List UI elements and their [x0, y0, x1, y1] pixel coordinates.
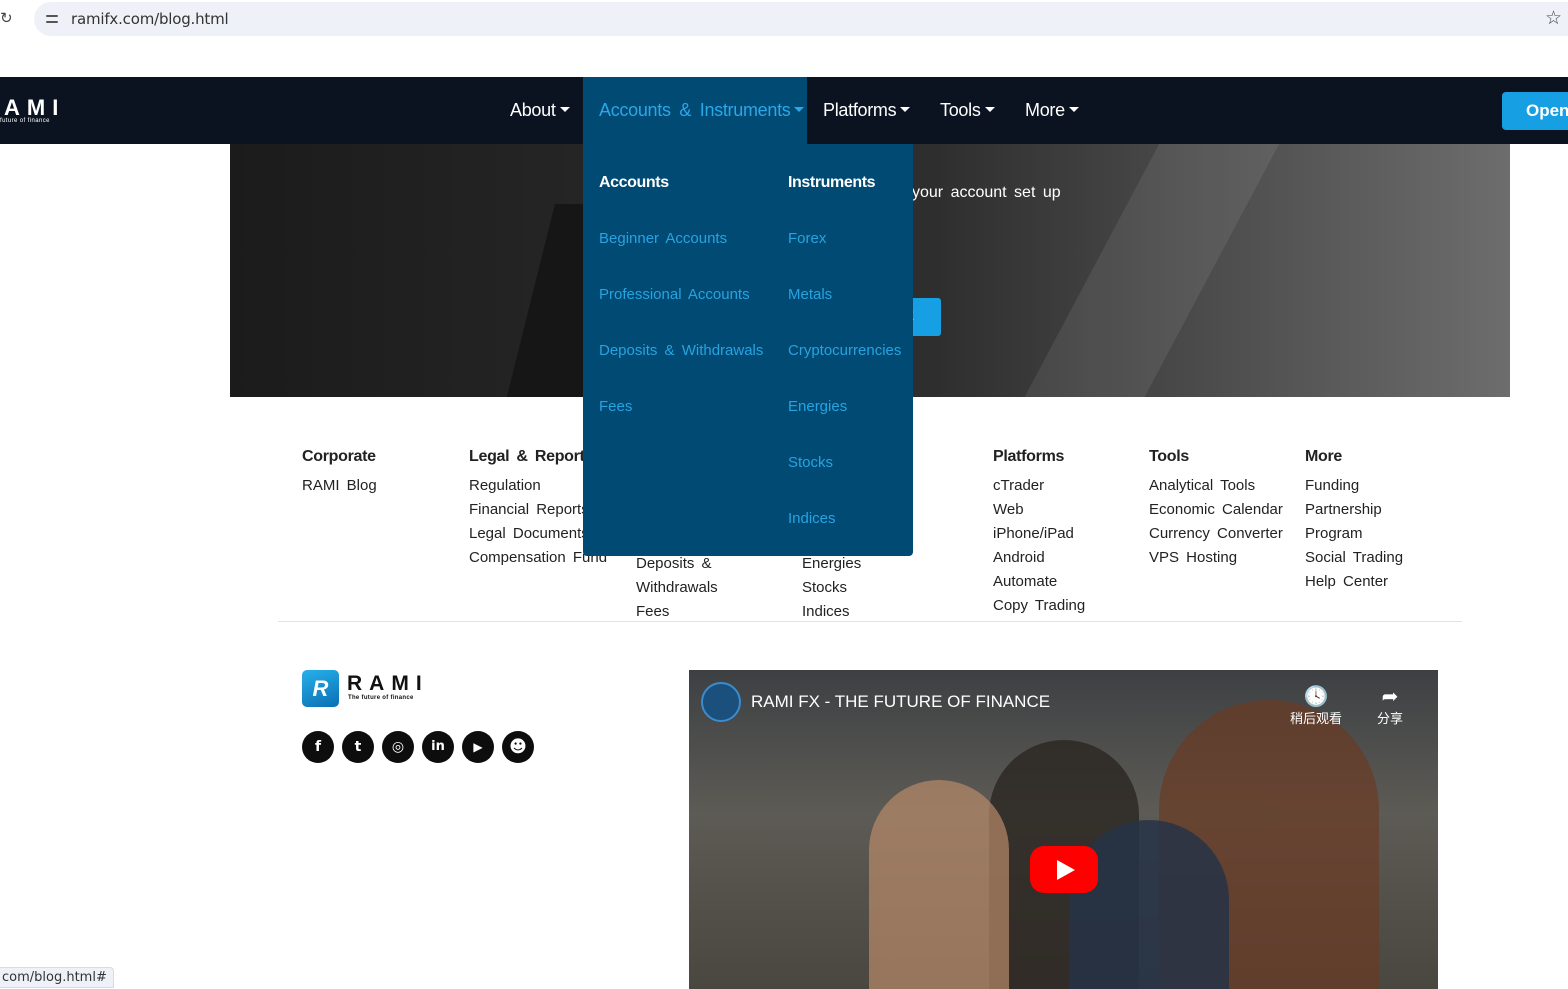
footer-heading: More: [1305, 448, 1343, 465]
footer-divider: [278, 621, 1462, 622]
url-text[interactable]: ramifx.com/blog.html: [71, 10, 229, 28]
dropdown-link-fees[interactable]: Fees: [599, 398, 632, 415]
caret-down-icon: [1068, 107, 1079, 113]
twitter-icon[interactable]: t: [342, 731, 374, 763]
footer-link[interactable]: Program: [1305, 522, 1403, 546]
youtube-video-embed[interactable]: RAMI FX - THE FUTURE OF FINANCE 🕓 稍后观看 ➦…: [689, 670, 1438, 989]
footer-link[interactable]: Partnership: [1305, 498, 1403, 522]
footer-link[interactable]: Funding: [1305, 474, 1403, 498]
dropdown-link-deposits-withdrawals[interactable]: Deposits & Withdrawals: [599, 342, 763, 359]
footer-heading: Tools: [1149, 448, 1189, 465]
nav-about[interactable]: About: [510, 77, 570, 144]
footer-col-tools: Tools Analytical Tools Economic Calendar…: [1149, 448, 1283, 570]
accounts-instruments-dropdown: Accounts Instruments Beginner Accounts P…: [583, 144, 913, 556]
dropdown-heading-instruments: Instruments: [788, 174, 876, 191]
dropdown-link-metals[interactable]: Metals: [788, 286, 832, 303]
caret-down-icon: [984, 107, 995, 113]
share-arrow-icon: ➦: [1381, 684, 1399, 708]
footer-link[interactable]: RAMI Blog: [302, 474, 377, 498]
site-settings-icon[interactable]: [44, 11, 60, 27]
footer-col-platforms: Platforms cTrader Web iPhone/iPad Androi…: [993, 448, 1085, 618]
caret-down-icon: [900, 107, 911, 113]
caret-down-icon: [794, 107, 805, 113]
youtube-icon[interactable]: ▶: [462, 731, 494, 763]
dropdown-heading-accounts: Accounts: [599, 174, 669, 191]
footer-link[interactable]: VPS Hosting: [1149, 546, 1283, 570]
browser-toolbar: ↻ ramifx.com/blog.html ☆: [0, 0, 1568, 40]
channel-avatar[interactable]: [701, 682, 741, 722]
nav-tools[interactable]: Tools: [940, 77, 995, 144]
share-button[interactable]: ➦ 分享: [1377, 684, 1403, 727]
hero-text: your account set up: [912, 184, 1061, 201]
footer-link[interactable]: Currency Converter: [1149, 522, 1283, 546]
clock-icon: 🕓: [1303, 684, 1329, 708]
dropdown-link-indices[interactable]: Indices: [788, 510, 836, 527]
footer-col-instruments: Energies Stocks Indices: [802, 552, 861, 624]
logo-tagline: future of finance: [0, 118, 50, 124]
dropdown-link-forex[interactable]: Forex: [788, 230, 826, 247]
footer-link[interactable]: Economic Calendar: [1149, 498, 1283, 522]
video-thumbnail-figure: [869, 780, 1009, 989]
watch-later-button[interactable]: 🕓 稍后观看: [1290, 684, 1342, 727]
address-bar[interactable]: ramifx.com/blog.html ☆: [34, 2, 1568, 36]
brand-tagline: The future of finance: [348, 695, 414, 701]
footer-link[interactable]: Help Center: [1305, 570, 1403, 594]
footer-col-corporate: Corporate RAMI Blog: [302, 448, 377, 498]
footer-link[interactable]: iPhone/iPad: [993, 522, 1085, 546]
video-thumbnail-figure: [1069, 820, 1229, 989]
dropdown-link-cryptocurrencies[interactable]: Cryptocurrencies: [788, 342, 901, 359]
bookmark-star-icon[interactable]: ☆: [1545, 7, 1562, 29]
footer-link[interactable]: Copy Trading: [993, 594, 1085, 618]
hero-image-highlight: [999, 144, 1301, 397]
footer-link[interactable]: Android: [993, 546, 1085, 570]
play-button[interactable]: [1030, 846, 1098, 893]
footer-link[interactable]: Analytical Tools: [1149, 474, 1283, 498]
dropdown-link-stocks[interactable]: Stocks: [788, 454, 833, 471]
caret-down-icon: [559, 107, 570, 113]
footer-col-more: More Funding Partnership Program Social …: [1305, 448, 1403, 594]
linkedin-icon[interactable]: in: [422, 731, 454, 763]
dropdown-link-beginner-accounts[interactable]: Beginner Accounts: [599, 230, 727, 247]
dropdown-link-energies[interactable]: Energies: [788, 398, 847, 415]
instagram-icon[interactable]: ◎: [382, 731, 414, 763]
hero-cta-button[interactable]: t: [909, 298, 941, 336]
status-bar-url: com/blog.html#: [0, 967, 114, 988]
nav-accounts-instruments[interactable]: Accounts & Instruments: [583, 77, 807, 144]
rami-logo-icon[interactable]: R: [302, 670, 339, 707]
footer-link[interactable]: Web: [993, 498, 1085, 522]
footer-link[interactable]: Stocks: [802, 576, 861, 600]
reddit-icon[interactable]: ☻: [502, 731, 534, 763]
facebook-icon[interactable]: f: [302, 731, 334, 763]
footer-link[interactable]: Social Trading: [1305, 546, 1403, 570]
open-account-button[interactable]: Open a: [1502, 92, 1568, 130]
footer-link[interactable]: Automate: [993, 570, 1085, 594]
footer-col-accounts: Deposits & Withdrawals Fees: [636, 552, 718, 624]
nav-more[interactable]: More: [1025, 77, 1079, 144]
nav-platforms[interactable]: Platforms: [823, 77, 911, 144]
footer-heading: Platforms: [993, 448, 1065, 465]
footer-heading: Corporate: [302, 448, 376, 465]
brand-name: RAMI: [347, 672, 429, 695]
reload-icon[interactable]: ↻: [0, 9, 18, 29]
dropdown-link-professional-accounts[interactable]: Professional Accounts: [599, 286, 750, 303]
video-title[interactable]: RAMI FX - THE FUTURE OF FINANCE: [751, 692, 1050, 712]
main-navbar: AMI future of finance About Accounts & I…: [0, 77, 1568, 144]
footer-link[interactable]: cTrader: [993, 474, 1085, 498]
footer-link[interactable]: Withdrawals: [636, 576, 718, 600]
